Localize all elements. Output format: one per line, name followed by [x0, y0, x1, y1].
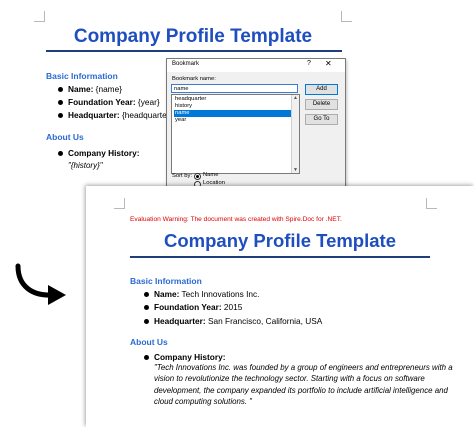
page-corner-mark [114, 198, 125, 209]
basic-info-heading: Basic Information [130, 276, 202, 286]
page-corner-mark [34, 11, 45, 22]
help-icon[interactable]: ? [307, 60, 311, 67]
name-item: Name: {name} [68, 84, 122, 94]
bullet-icon [144, 305, 149, 310]
list-item[interactable]: history [174, 103, 295, 110]
sort-name-label[interactable]: Name [203, 172, 218, 178]
go-to-button[interactable]: Go To [305, 114, 338, 125]
bullet-icon [144, 319, 149, 324]
bookmark-name-label: Bookmark name: [172, 76, 216, 82]
bullet-icon [144, 292, 149, 297]
headquarter-item: Headquarter: San Francisco, California, … [154, 316, 323, 326]
company-history-item: Company History: [154, 352, 226, 362]
bullet-icon [144, 355, 149, 360]
history-paragraph: "Tech Innovations Inc. was founded by a … [154, 363, 453, 407]
company-history-item: Company History: [68, 148, 140, 158]
headquarter-item: Headquarter: {headquarter} [68, 110, 173, 120]
bullet-icon [58, 100, 63, 105]
bookmark-list[interactable]: headquarter history name year ▲ ▼ [171, 94, 300, 174]
document-title: Company Profile Template [164, 230, 396, 251]
list-scrollbar[interactable]: ▲ ▼ [291, 95, 299, 173]
evaluation-warning: Evaluation Warning: The document was cre… [130, 216, 342, 223]
close-icon[interactable]: ✕ [325, 59, 332, 68]
name-item: Name: Tech Innovations Inc. [154, 289, 260, 299]
bullet-icon [58, 87, 63, 92]
title-underline [130, 256, 430, 258]
title-underline [46, 50, 342, 52]
delete-button[interactable]: Delete [305, 99, 338, 110]
about-us-heading: About Us [46, 132, 84, 142]
bookmark-dialog: Bookmark ? ✕ Bookmark name: name headqua… [166, 58, 346, 188]
foundation-year-item: Foundation Year: {year} [68, 97, 160, 107]
dialog-titlebar: Bookmark ? ✕ [167, 59, 345, 72]
foundation-year-item: Foundation Year: 2015 [154, 302, 243, 312]
dialog-title: Bookmark [172, 61, 200, 67]
bookmark-name-input[interactable]: name [171, 84, 298, 93]
page-corner-mark [426, 198, 437, 209]
bullet-icon [58, 151, 63, 156]
result-document-page: Evaluation Warning: The document was cre… [86, 186, 474, 427]
sort-name-radio[interactable] [194, 173, 201, 180]
about-us-heading: About Us [130, 337, 168, 347]
scroll-down-icon[interactable]: ▼ [293, 167, 298, 173]
basic-info-heading: Basic Information [46, 71, 118, 81]
sort-by-label: Sort by: [172, 173, 192, 179]
page-corner-mark [341, 11, 352, 22]
document-title: Company Profile Template [73, 26, 313, 47]
list-item-selected[interactable]: name [174, 110, 295, 117]
scroll-up-icon[interactable]: ▲ [293, 95, 298, 101]
history-placeholder: "{history}" [68, 161, 103, 170]
add-button[interactable]: Add [305, 84, 338, 95]
curved-arrow-icon [15, 263, 66, 305]
list-item[interactable]: headquarter [174, 96, 295, 103]
list-item[interactable]: year [174, 117, 295, 124]
bullet-icon [58, 113, 63, 118]
